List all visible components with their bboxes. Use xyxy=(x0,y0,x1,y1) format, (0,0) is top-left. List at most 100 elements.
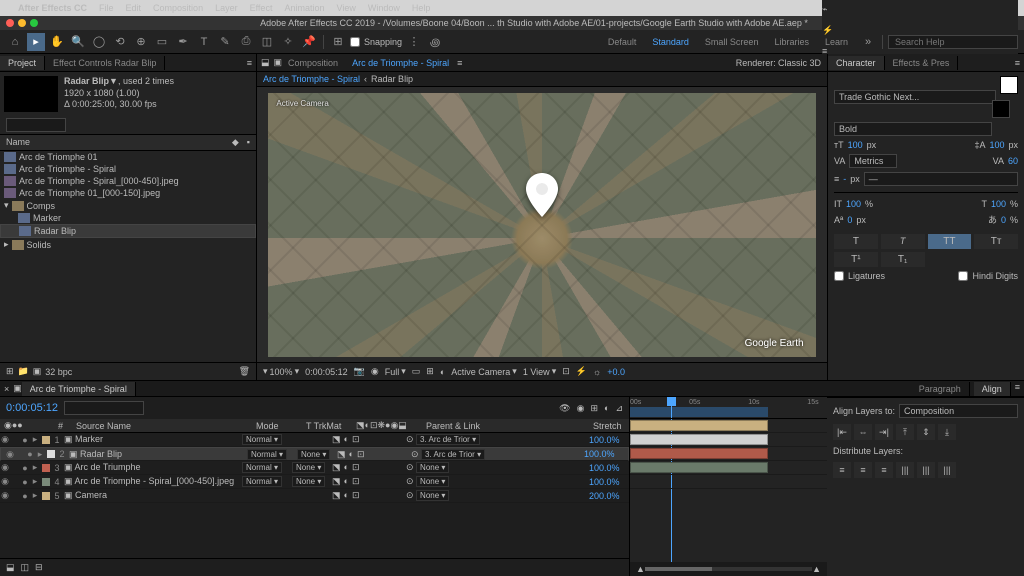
home-icon[interactable]: ⌂ xyxy=(6,33,24,51)
zoom-slider[interactable]: ▲ ▲ xyxy=(630,562,827,576)
stroke-color-swatch[interactable] xyxy=(992,100,1010,118)
bpc-toggle[interactable]: 32 bpc xyxy=(45,367,72,377)
current-timecode[interactable]: 0:00:05:12 xyxy=(6,402,58,414)
col-parent[interactable]: Parent & Link xyxy=(422,421,589,431)
tab-paragraph[interactable]: Paragraph xyxy=(911,382,970,396)
timecode-display[interactable]: 0:00:05:12 xyxy=(305,367,348,377)
pixel-icon[interactable]: ⊡ xyxy=(562,366,570,377)
anchor-tool[interactable]: ⊕ xyxy=(132,33,150,51)
ligatures-checkbox[interactable]: Ligatures xyxy=(834,271,885,281)
motion-blur-icon[interactable]: ◐ xyxy=(604,403,609,414)
frame-blend-icon[interactable]: ⊞ xyxy=(590,403,598,414)
trash-icon[interactable]: 🗑 xyxy=(239,366,250,377)
project-item[interactable]: ▾ Comps xyxy=(0,199,256,212)
font-family-dropdown[interactable]: Trade Gothic Next... xyxy=(834,90,996,104)
hand-tool[interactable]: ✋ xyxy=(48,33,66,51)
project-item[interactable]: Arc de Triomphe - Spiral_[000-450].jpeg xyxy=(0,175,256,187)
panel-menu-icon[interactable]: ≡ xyxy=(1011,58,1024,68)
col-type-icon[interactable]: ◆ xyxy=(232,137,239,148)
smallcaps-button[interactable]: Tᴛ xyxy=(974,234,1018,249)
timeline-tracks[interactable] xyxy=(630,419,827,562)
zoom-tool[interactable]: 🔍 xyxy=(69,33,87,51)
motion-sketch-icon[interactable]: ꩜ xyxy=(426,33,444,51)
tab-character[interactable]: Character xyxy=(828,56,885,70)
menu-animation[interactable]: Animation xyxy=(284,3,324,13)
time-ruler[interactable]: 00s05s10s15s xyxy=(630,397,827,419)
zoom-dropdown[interactable]: ▾ 100% ▾ xyxy=(263,366,299,377)
graph-editor-icon[interactable]: ⊿ xyxy=(615,403,623,414)
views-dropdown[interactable]: 1 View ▾ xyxy=(523,366,556,377)
align-left-icon[interactable]: |⇤ xyxy=(833,424,851,440)
comp-tab[interactable]: Arc de Triomphe - Spiral xyxy=(344,56,457,70)
project-item[interactable]: Marker xyxy=(0,212,256,224)
maximize-icon[interactable] xyxy=(30,19,38,27)
app-name[interactable]: After Effects CC xyxy=(18,3,87,13)
align-hcenter-icon[interactable]: ⇔ xyxy=(854,424,872,440)
workspace-menu-icon[interactable]: » xyxy=(859,33,877,51)
close-tab-icon[interactable]: × xyxy=(0,384,13,394)
draft3d-icon[interactable]: ◉ xyxy=(577,403,585,414)
zoom-out-icon[interactable]: ▲ xyxy=(636,564,645,574)
hscale-value[interactable]: 100 xyxy=(991,199,1006,209)
orbit-tool[interactable]: ◯ xyxy=(90,33,108,51)
work-area[interactable] xyxy=(630,407,768,417)
menu-view[interactable]: View xyxy=(336,3,355,13)
zoom-in-icon[interactable]: ▲ xyxy=(812,564,821,574)
exposure-icon[interactable]: ☼ xyxy=(593,367,601,377)
panel-menu-icon[interactable]: ≡ xyxy=(1015,382,1020,396)
project-item[interactable]: Arc de Triomphe 01_[000-150].jpeg xyxy=(0,187,256,199)
menu-file[interactable]: File xyxy=(99,3,114,13)
align-right-icon[interactable]: ⇥| xyxy=(875,424,893,440)
col-label-icon[interactable]: ▪ xyxy=(247,137,250,148)
folder-icon[interactable]: 📁 xyxy=(18,366,29,377)
channel-icon[interactable]: ◉ xyxy=(371,366,379,377)
align-vcenter-icon[interactable]: ⇕ xyxy=(917,424,935,440)
dist-left-icon[interactable]: ||| xyxy=(896,462,914,478)
track[interactable] xyxy=(630,433,827,447)
tracking-value[interactable]: 60 xyxy=(1008,156,1018,166)
eraser-tool[interactable]: ◫ xyxy=(258,33,276,51)
tsume-value[interactable]: 0 xyxy=(1001,215,1006,225)
col-trkmat[interactable]: T TrkMat xyxy=(302,421,352,431)
roto-tool[interactable]: ✧ xyxy=(279,33,297,51)
align-to-dropdown[interactable]: Composition xyxy=(899,404,1018,418)
col-source[interactable]: Source Name xyxy=(72,421,252,431)
track[interactable] xyxy=(630,461,827,475)
font-style-dropdown[interactable]: Bold xyxy=(834,122,992,136)
layer-row[interactable]: ◉●▸5▣ Camera⬔◐⊡⊙ None ▾200.0% xyxy=(0,489,629,503)
grid-icon[interactable]: ⊞ xyxy=(426,366,434,377)
project-item[interactable]: Arc de Triomphe - Spiral xyxy=(0,163,256,175)
bold-button[interactable]: T xyxy=(834,234,878,249)
project-item[interactable]: ▸ Solids xyxy=(0,238,256,251)
toggle-switches-icon[interactable]: ⬓ xyxy=(6,562,15,573)
project-search-input[interactable] xyxy=(6,118,66,132)
menu-edit[interactable]: Edit xyxy=(126,3,142,13)
vscale-value[interactable]: 100 xyxy=(846,199,861,209)
workspace-learn[interactable]: Learn xyxy=(817,35,856,49)
exposure-value[interactable]: +0.0 xyxy=(607,367,625,377)
composition-viewer[interactable]: Active Camera Google Earth xyxy=(257,87,827,362)
project-tree[interactable]: Arc de Triomphe 01Arc de Triomphe - Spir… xyxy=(0,151,256,362)
layer-row[interactable]: ◉●▸1▣ MarkerNormal ▾⬔◐⊡⊙ 3. Arc de Trior… xyxy=(0,433,629,447)
kerning-dropdown[interactable]: Metrics xyxy=(849,154,897,168)
dist-top-icon[interactable]: ≡ xyxy=(833,462,851,478)
timeline-search-input[interactable] xyxy=(64,401,144,415)
minimize-icon[interactable] xyxy=(18,19,26,27)
font-size-value[interactable]: 100 xyxy=(848,140,863,150)
leading-value[interactable]: 100 xyxy=(989,140,1004,150)
col-name[interactable]: Name xyxy=(6,137,30,148)
selection-tool[interactable]: ▸ xyxy=(27,33,45,51)
track[interactable] xyxy=(630,475,827,489)
interpret-icon[interactable]: ⊞ xyxy=(6,366,14,377)
subscript-button[interactable]: T₁ xyxy=(881,252,925,267)
close-icon[interactable] xyxy=(6,19,14,27)
layer-row[interactable]: ◉●▸3▣ Arc de TriumpheNormal ▾None ▾⬔◐⊡⊙ … xyxy=(0,461,629,475)
workspace-standard[interactable]: Standard xyxy=(644,35,697,49)
clone-tool[interactable]: ⎙ xyxy=(237,33,255,51)
baseline-value[interactable]: 0 xyxy=(847,215,852,225)
panel-menu-icon[interactable]: ≡ xyxy=(243,58,256,68)
dist-vcenter-icon[interactable]: ≡ xyxy=(854,462,872,478)
menu-effect[interactable]: Effect xyxy=(250,3,273,13)
superscript-button[interactable]: T¹ xyxy=(834,252,878,267)
snapping-toggle[interactable]: Snapping xyxy=(350,37,402,47)
